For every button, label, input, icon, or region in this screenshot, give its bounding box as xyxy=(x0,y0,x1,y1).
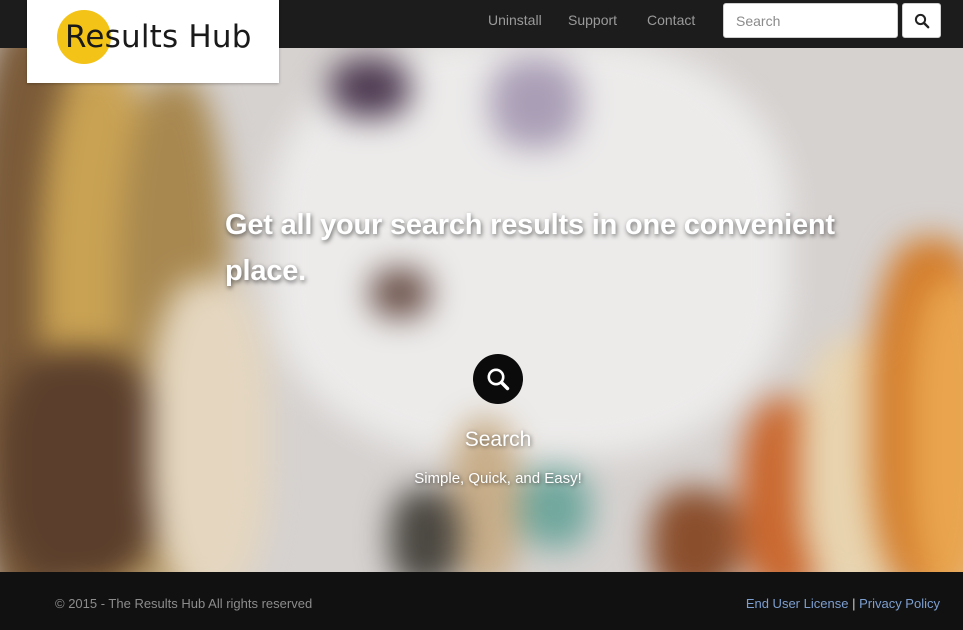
header-search-button[interactable] xyxy=(902,3,941,38)
footer: © 2015 - The Results Hub All rights rese… xyxy=(0,572,963,630)
hero-background-image xyxy=(0,48,963,572)
footer-links: End User License | Privacy Policy xyxy=(746,596,940,611)
footer-copyright: © 2015 - The Results Hub All rights rese… xyxy=(55,596,313,611)
nav-link-uninstall[interactable]: Uninstall xyxy=(488,12,542,28)
hero-title: Search xyxy=(464,428,532,451)
footer-link-separator: | xyxy=(852,596,856,611)
hero-search-button[interactable] xyxy=(473,354,523,404)
header-search-input[interactable] xyxy=(723,3,898,38)
nav-link-support[interactable]: Support xyxy=(568,12,617,28)
logo[interactable]: Results Hub xyxy=(27,0,279,83)
search-icon xyxy=(487,368,510,391)
footer-link-end-user-license[interactable]: End User License xyxy=(746,596,849,611)
logo-text: Results Hub xyxy=(65,19,252,55)
hero-subtitle: Simple, Quick, and Easy! xyxy=(414,470,582,487)
nav-link-contact[interactable]: Contact xyxy=(647,12,695,28)
search-icon xyxy=(914,13,929,28)
hero-section: Get all your search results in one conve… xyxy=(0,48,963,572)
hero-headline: Get all your search results in one conve… xyxy=(225,209,835,287)
footer-link-privacy-policy[interactable]: Privacy Policy xyxy=(859,596,940,611)
